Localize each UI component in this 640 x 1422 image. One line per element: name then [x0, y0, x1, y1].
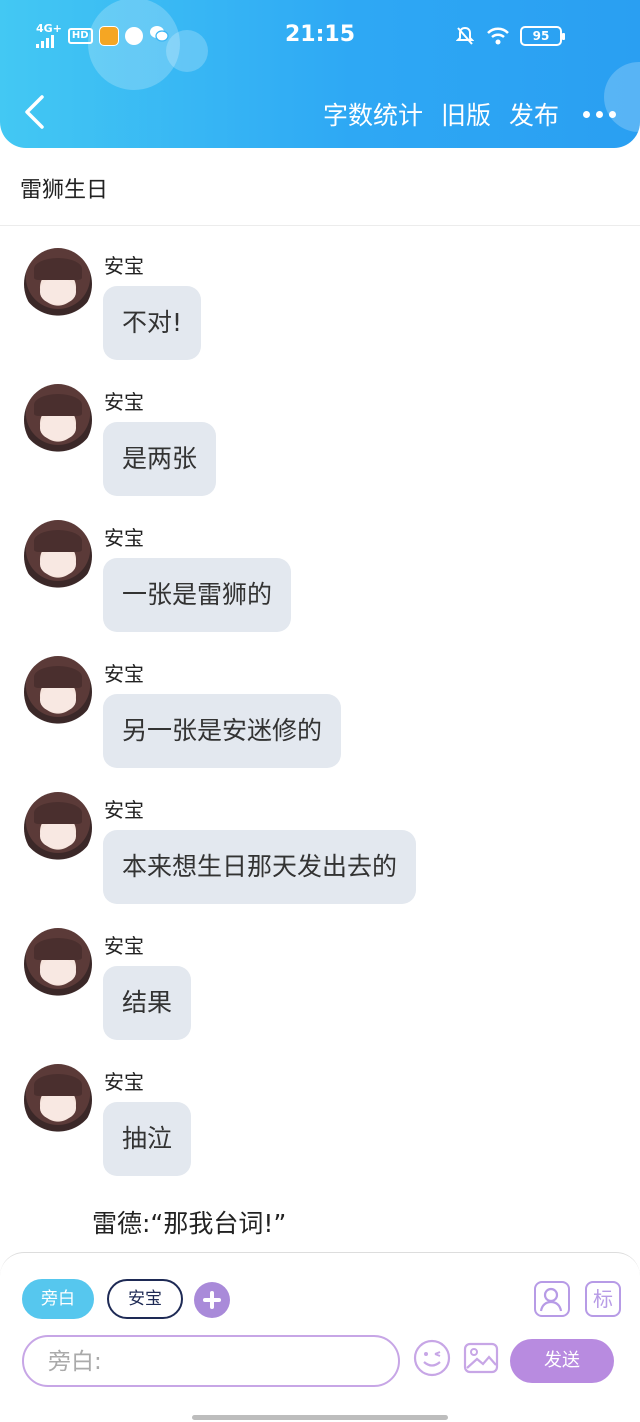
tag-button[interactable]: 标 [585, 1281, 621, 1317]
add-role-button[interactable] [194, 1282, 230, 1318]
more-options-icon[interactable] [583, 110, 616, 118]
chat-message: 安宝 另一张是安迷修的 [0, 656, 640, 782]
role-manage-icon[interactable] [534, 1281, 570, 1317]
top-header: 4G+ HD 21:15 95 字数统计 旧版 发布 [0, 0, 640, 148]
narration-text[interactable]: 雷德:“那我台词!” [92, 1204, 286, 1240]
message-bubble[interactable]: 抽泣 [103, 1102, 192, 1176]
publish-button[interactable]: 发布 [509, 96, 559, 132]
chat-message: 安宝 本来想生日那天发出去的 [0, 792, 640, 918]
composer-panel: 旁白 安宝 标 发送 [0, 1252, 640, 1422]
chat-message: 安宝 结果 [0, 928, 640, 1054]
avatar[interactable] [24, 384, 92, 456]
message-bubble[interactable]: 一张是雷狮的 [103, 558, 292, 632]
send-button[interactable]: 发送 [510, 1339, 614, 1383]
chat-message: 安宝 是两张 [0, 384, 640, 510]
chat-message: 安宝 不对! [0, 248, 640, 374]
message-bubble[interactable]: 是两张 [103, 422, 217, 496]
word-count-button[interactable]: 字数统计 [323, 96, 423, 132]
document-title[interactable]: 雷狮生日 [20, 172, 108, 204]
sender-name: 安宝 [104, 1070, 144, 1094]
sender-name: 安宝 [104, 526, 144, 550]
avatar[interactable] [24, 792, 92, 864]
status-bar: 4G+ HD 21:15 95 [0, 20, 640, 54]
sender-name: 安宝 [104, 254, 144, 278]
wifi-icon [486, 27, 510, 49]
message-bubble[interactable]: 结果 [103, 966, 192, 1040]
message-bubble[interactable]: 不对! [103, 286, 202, 360]
sender-name: 安宝 [104, 662, 144, 686]
emoji-icon[interactable] [413, 1339, 451, 1377]
avatar[interactable] [24, 928, 92, 1000]
image-icon[interactable] [462, 1339, 500, 1377]
back-button[interactable] [22, 94, 52, 134]
chevron-left-icon [25, 95, 44, 129]
home-indicator[interactable] [192, 1415, 448, 1420]
chat-message: 安宝 一张是雷狮的 [0, 520, 640, 646]
header-actions: 字数统计 旧版 发布 [323, 96, 616, 132]
message-bubble[interactable]: 本来想生日那天发出去的 [103, 830, 417, 904]
narration-chip[interactable]: 旁白 [22, 1279, 94, 1319]
sender-name: 安宝 [104, 798, 144, 822]
avatar[interactable] [24, 1064, 92, 1136]
message-bubble[interactable]: 另一张是安迷修的 [103, 694, 342, 768]
avatar[interactable] [24, 248, 92, 320]
avatar[interactable] [24, 520, 92, 592]
message-input-box[interactable] [22, 1335, 400, 1387]
message-input[interactable] [48, 1345, 378, 1379]
battery-icon: 95 [520, 26, 565, 46]
bell-muted-icon [455, 26, 475, 50]
sender-name: 安宝 [104, 390, 144, 414]
sender-name: 安宝 [104, 934, 144, 958]
avatar[interactable] [24, 656, 92, 728]
role-chip[interactable]: 安宝 [107, 1279, 183, 1319]
old-version-button[interactable]: 旧版 [441, 96, 491, 132]
chat-message: 安宝 抽泣 [0, 1064, 640, 1190]
divider [0, 225, 640, 226]
